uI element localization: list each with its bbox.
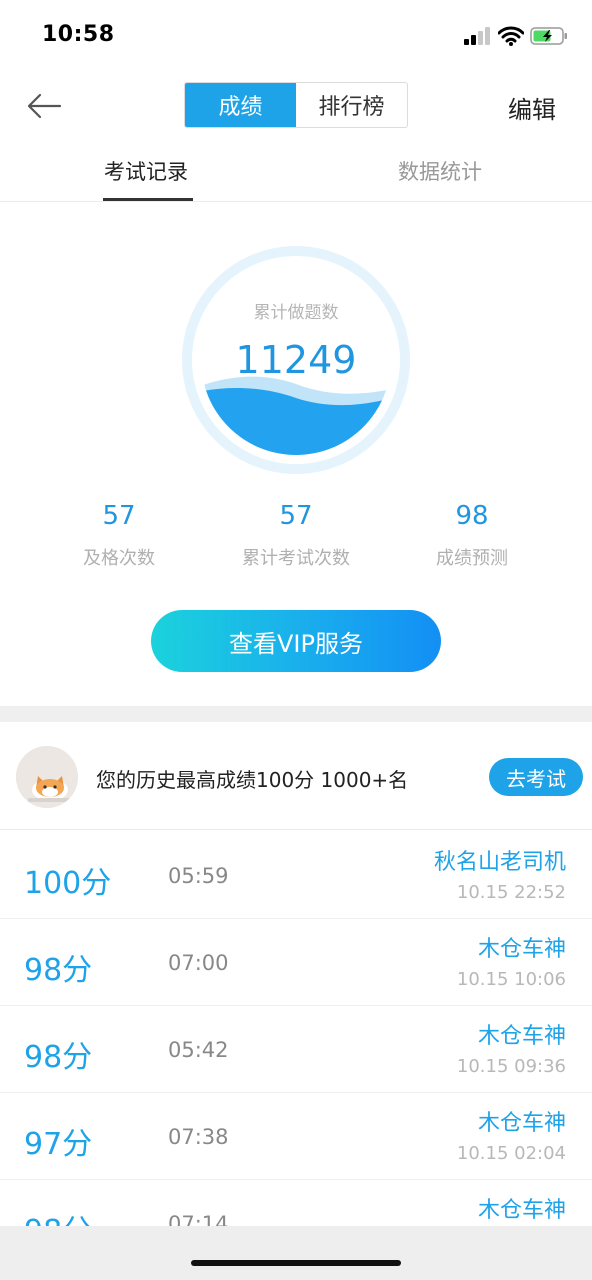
record-duration: 07:14 bbox=[168, 1212, 229, 1226]
record-date: 10.15 10:06 bbox=[456, 969, 566, 990]
tab-statistics[interactable]: 数据统计 bbox=[398, 156, 482, 186]
table-row[interactable]: 97分 07:38 木仓车神 10.15 02:04 bbox=[0, 1093, 592, 1180]
stat-prediction: 98 成绩预测 bbox=[392, 496, 552, 570]
stat-total-exams: 57 累计考试次数 bbox=[216, 496, 376, 570]
edit-button[interactable]: 编辑 bbox=[508, 90, 556, 125]
go-exam-button[interactable]: 去考试 bbox=[489, 758, 583, 796]
stat-label: 及格次数 bbox=[83, 548, 155, 569]
battery-icon bbox=[530, 27, 567, 45]
total-questions-value: 11249 bbox=[235, 338, 357, 382]
back-arrow-icon[interactable] bbox=[24, 90, 64, 122]
table-row[interactable]: 100分 05:59 秋名山老司机 10.15 22:52 bbox=[0, 832, 592, 919]
record-duration: 05:42 bbox=[168, 1038, 229, 1062]
record-score: 100分 bbox=[24, 866, 112, 901]
tab-exam-records[interactable]: 考试记录 bbox=[104, 156, 188, 186]
record-username: 木仓车神 bbox=[477, 1024, 566, 1049]
record-duration: 07:38 bbox=[168, 1125, 229, 1149]
record-date: 10.15 02:04 bbox=[456, 1143, 566, 1164]
record-username: 秋名山老司机 bbox=[433, 850, 566, 875]
section-divider bbox=[0, 706, 592, 722]
record-score: 97分 bbox=[24, 1127, 93, 1162]
screen: 10:58 成绩 排行榜 编辑 考试记录 数据统计 累计做题数 11249 57… bbox=[0, 0, 592, 1280]
tab-bar: 考试记录 数据统计 bbox=[0, 142, 592, 202]
segment-leaderboard[interactable]: 排行榜 bbox=[296, 83, 407, 127]
segment-scores[interactable]: 成绩 bbox=[185, 83, 296, 127]
active-tab-indicator bbox=[103, 198, 193, 201]
total-questions-gauge: 累计做题数 11249 bbox=[182, 246, 410, 474]
nav-bar: 成绩 排行榜 编辑 bbox=[0, 70, 592, 142]
home-indicator[interactable] bbox=[191, 1260, 401, 1266]
stat-label: 成绩预测 bbox=[436, 548, 508, 569]
table-row[interactable]: 98分 05:42 木仓车神 10.15 09:36 bbox=[0, 1006, 592, 1093]
stat-passed: 57 及格次数 bbox=[39, 496, 199, 570]
exam-record-list: 100分 05:59 秋名山老司机 10.15 22:52 98分 07:00 … bbox=[0, 832, 592, 1226]
stats-row: 57 及格次数 57 累计考试次数 98 成绩预测 bbox=[0, 496, 592, 586]
record-score: 98分 bbox=[24, 1040, 93, 1075]
record-duration: 05:59 bbox=[168, 864, 229, 888]
status-time: 10:58 bbox=[42, 22, 115, 47]
cellular-signal-icon bbox=[464, 27, 492, 45]
record-date: 10.15 09:36 bbox=[456, 1056, 566, 1077]
table-row[interactable]: 98分 07:00 木仓车神 10.15 10:06 bbox=[0, 919, 592, 1006]
record-date: 10.15 22:52 bbox=[456, 882, 566, 903]
record-score: 98分 bbox=[24, 953, 93, 988]
best-score-banner: 您的历史最高成绩100分 1000+名 去考试 bbox=[0, 722, 592, 830]
record-username: 木仓车神 bbox=[477, 1111, 566, 1136]
status-bar: 10:58 bbox=[0, 0, 592, 70]
total-questions-label: 累计做题数 bbox=[253, 303, 339, 323]
bottom-bar bbox=[0, 1226, 592, 1280]
stat-value: 98 bbox=[455, 501, 489, 531]
record-duration: 07:00 bbox=[168, 951, 229, 975]
avatar[interactable] bbox=[16, 746, 78, 808]
wifi-icon bbox=[498, 26, 524, 46]
segmented-control: 成绩 排行榜 bbox=[184, 82, 408, 128]
stat-label: 累计考试次数 bbox=[242, 548, 350, 569]
table-row[interactable]: 98分 07:14 木仓车神 bbox=[0, 1180, 592, 1226]
vip-service-button[interactable]: 查看VIP服务 bbox=[151, 610, 441, 672]
record-username: 木仓车神 bbox=[477, 1198, 566, 1223]
record-score: 98分 bbox=[24, 1206, 92, 1226]
record-username: 木仓车神 bbox=[477, 937, 566, 962]
stat-value: 57 bbox=[279, 501, 313, 531]
cat-avatar-icon bbox=[16, 746, 78, 808]
best-score-text: 您的历史最高成绩100分 1000+名 bbox=[96, 768, 409, 792]
stat-value: 57 bbox=[102, 501, 136, 531]
